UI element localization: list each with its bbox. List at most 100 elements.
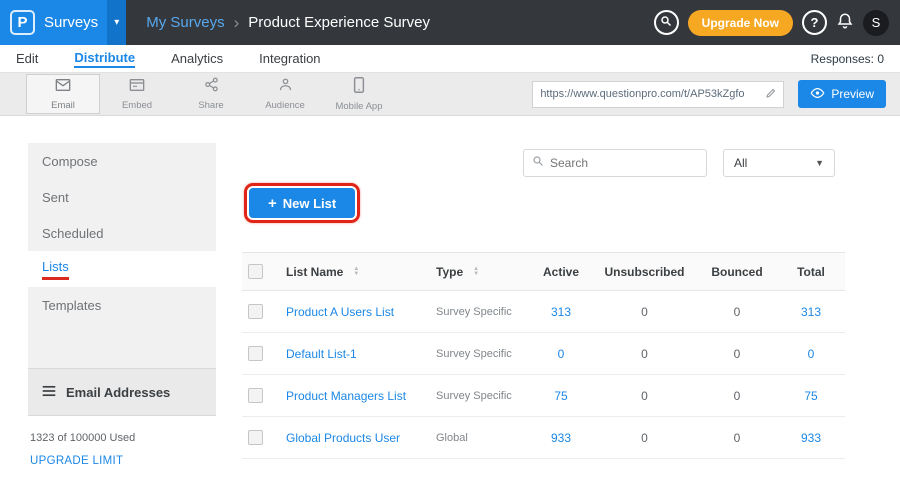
row-type-cell: Survey Specific <box>430 375 530 417</box>
upgrade-limit-link[interactable]: UPGRADE LIMIT <box>30 455 214 467</box>
help-button[interactable]: ? <box>802 10 827 35</box>
column-label: Unsubscribed <box>604 265 684 279</box>
total-count-link[interactable]: 313 <box>801 305 821 319</box>
tab-edit[interactable]: Edit <box>16 51 38 66</box>
row-checkbox[interactable] <box>248 304 263 319</box>
product-switcher-label: Surveys <box>44 14 98 31</box>
preview-label: Preview <box>831 87 874 101</box>
select-all-checkbox[interactable] <box>248 264 263 279</box>
channel-share[interactable]: Share <box>174 74 248 114</box>
row-unsubscribed-cell: 0 <box>592 333 697 375</box>
row-unsubscribed-cell: 0 <box>592 417 697 459</box>
responses-count[interactable]: Responses: 0 <box>811 52 884 66</box>
row-total-cell: 75 <box>777 375 845 417</box>
new-list-button[interactable]: + New List <box>249 188 355 218</box>
sidebar-item-label: Compose <box>42 154 98 169</box>
table-row: Global Products User Global 933 0 0 933 <box>242 417 845 459</box>
distribute-toolbar: Email Embed Share Audience Mobile App ht… <box>0 73 900 116</box>
list-search-box <box>523 149 707 177</box>
share-icon <box>204 77 219 97</box>
annotation-highlight-ring: + New List <box>244 183 360 223</box>
row-checkbox[interactable] <box>248 430 263 445</box>
sidebar-footer: 1323 of 100000 Used UPGRADE LIMIT <box>28 416 216 467</box>
lists-table-wrap: List Name▲▼ Type▲▼ Active Unsubscribed B <box>242 252 845 459</box>
sidebar-item-lists[interactable]: Lists <box>28 251 216 287</box>
channel-label: Share <box>198 100 223 111</box>
sidebar-item-label: Scheduled <box>42 226 103 241</box>
filter-value: All <box>734 156 747 170</box>
row-unsubscribed-cell: 0 <box>592 291 697 333</box>
email-addresses-header[interactable]: Email Addresses <box>28 368 216 416</box>
channel-label: Email <box>51 100 75 111</box>
sidebar-item-scheduled[interactable]: Scheduled <box>28 215 216 251</box>
search-input[interactable] <box>550 156 698 170</box>
content: Compose Sent Scheduled Lists Templates E… <box>0 116 900 497</box>
table-row: Product Managers List Survey Specific 75… <box>242 375 845 417</box>
column-header-list-name[interactable]: List Name ▲▼ <box>280 253 430 291</box>
lists-table: List Name▲▼ Type▲▼ Active Unsubscribed B <box>242 252 845 459</box>
new-list-label: New List <box>283 196 336 211</box>
row-bounced-cell: 0 <box>697 417 777 459</box>
row-checkbox[interactable] <box>248 388 263 403</box>
tab-distribute[interactable]: Distribute <box>74 50 135 68</box>
total-count-link[interactable]: 933 <box>801 431 821 445</box>
sidebar-spacer <box>28 323 216 368</box>
list-controls: All ▼ <box>242 149 835 177</box>
active-count-link[interactable]: 0 <box>558 347 565 361</box>
column-header-active: Active <box>530 253 592 291</box>
list-name-link[interactable]: Product Managers List <box>286 389 406 403</box>
active-count-link[interactable]: 933 <box>551 431 571 445</box>
sidebar-item-templates[interactable]: Templates <box>28 287 216 323</box>
column-label: List Name <box>286 265 343 279</box>
row-unsubscribed-cell: 0 <box>592 375 697 417</box>
column-header-type[interactable]: Type▲▼ <box>430 253 530 291</box>
upgrade-now-button[interactable]: Upgrade Now <box>688 10 793 36</box>
breadcrumb-separator: › <box>234 14 240 31</box>
row-checkbox-cell <box>242 417 280 459</box>
tab-integration[interactable]: Integration <box>259 51 320 66</box>
row-bounced-cell: 0 <box>697 333 777 375</box>
row-name-cell: Product A Users List <box>280 291 430 333</box>
total-count-link[interactable]: 0 <box>808 347 815 361</box>
breadcrumb: My Surveys › Product Experience Survey <box>146 14 430 31</box>
row-active-cell: 313 <box>530 291 592 333</box>
list-name-link[interactable]: Default List-1 <box>286 347 357 361</box>
sidebar-item-label: Sent <box>42 190 69 205</box>
row-total-cell: 933 <box>777 417 845 459</box>
channel-label: Mobile App <box>335 101 382 112</box>
sort-icon[interactable]: ▲▼ <box>353 267 359 277</box>
survey-url-field: https://www.questionpro.com/t/AP53kZgfo <box>532 81 784 108</box>
edit-url-button[interactable] <box>759 82 783 107</box>
table-row: Default List-1 Survey Specific 0 0 0 0 <box>242 333 845 375</box>
questionpro-logo: P <box>10 10 35 35</box>
list-name-link[interactable]: Global Products User <box>286 431 400 445</box>
active-count-link[interactable]: 75 <box>554 389 567 403</box>
product-switcher[interactable]: P Surveys ▾ <box>0 0 126 45</box>
channel-mobile-app[interactable]: Mobile App <box>322 74 396 114</box>
list-filter-dropdown[interactable]: All ▼ <box>723 149 835 177</box>
topbar-actions: Upgrade Now ? S <box>654 10 900 36</box>
active-count-link[interactable]: 313 <box>551 305 571 319</box>
avatar[interactable]: S <box>863 10 889 36</box>
row-active-cell: 0 <box>530 333 592 375</box>
sort-icon[interactable]: ▲▼ <box>473 267 479 277</box>
breadcrumb-my-surveys[interactable]: My Surveys <box>146 14 224 31</box>
audience-icon <box>278 77 293 97</box>
sidebar-item-compose[interactable]: Compose <box>28 143 216 179</box>
table-header-row: List Name▲▼ Type▲▼ Active Unsubscribed B <box>242 253 845 291</box>
channel-label: Embed <box>122 100 152 111</box>
survey-url-value[interactable]: https://www.questionpro.com/t/AP53kZgfo <box>533 88 759 100</box>
row-type-cell: Global <box>430 417 530 459</box>
channel-email[interactable]: Email <box>26 74 100 114</box>
column-label: Active <box>543 265 579 279</box>
list-name-link[interactable]: Product A Users List <box>286 305 394 319</box>
preview-button[interactable]: Preview <box>798 80 886 108</box>
channel-embed[interactable]: Embed <box>100 74 174 114</box>
total-count-link[interactable]: 75 <box>804 389 817 403</box>
notifications-button[interactable] <box>836 12 854 33</box>
row-checkbox[interactable] <box>248 346 263 361</box>
channel-audience[interactable]: Audience <box>248 74 322 114</box>
tab-analytics[interactable]: Analytics <box>171 51 223 66</box>
search-button[interactable] <box>654 10 679 35</box>
sidebar-item-sent[interactable]: Sent <box>28 179 216 215</box>
